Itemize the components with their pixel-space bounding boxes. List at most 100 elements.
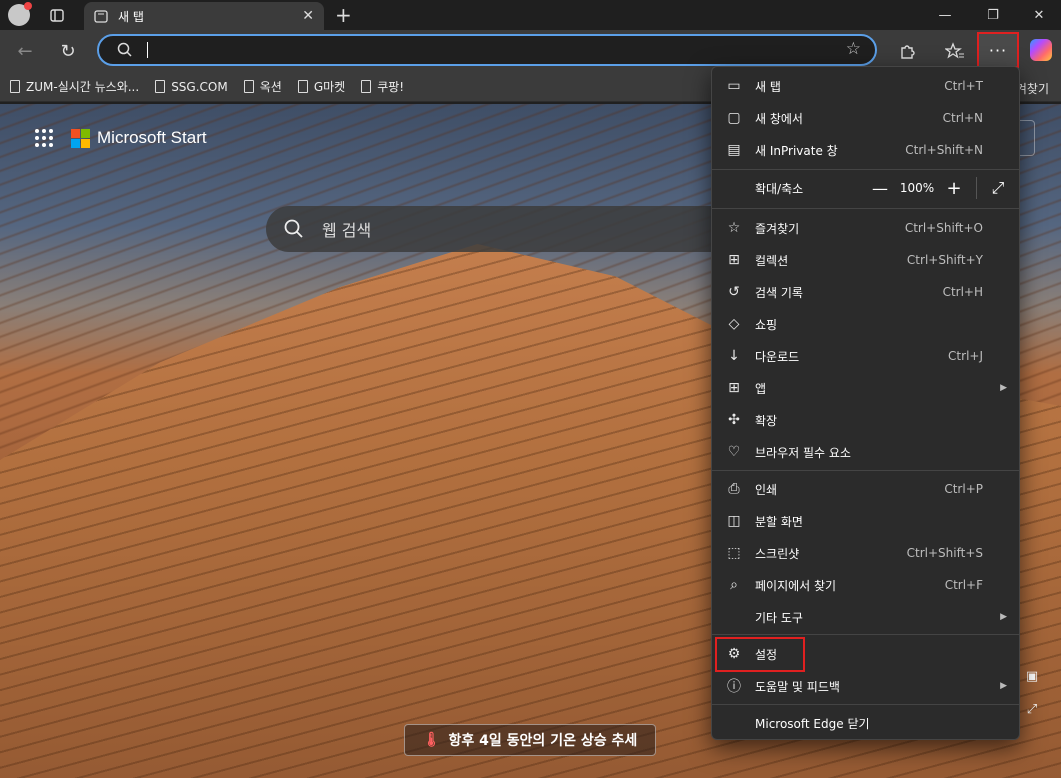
bookmark-item[interactable]: G마켓: [297, 78, 346, 95]
find-icon: ⌕: [730, 577, 738, 593]
menu-item-shopping[interactable]: ◇ 쇼핑: [712, 308, 1019, 340]
bookmark-label: G마켓: [313, 80, 346, 94]
menu-label: 새 창에서: [755, 111, 803, 126]
screenshot-icon: ⬚: [727, 545, 741, 561]
menu-shortcut: Ctrl+N: [942, 111, 983, 125]
submenu-arrow-icon: ▶: [1000, 681, 1007, 691]
print-icon: ⎙: [728, 481, 740, 497]
menu-item-help[interactable]: ⓘ 도움말 및 피드백 ▶: [712, 670, 1019, 702]
refresh-button[interactable]: ↻: [53, 36, 83, 66]
menu-divider: [712, 704, 1019, 705]
web-search-box[interactable]: 웹 검색: [266, 206, 726, 252]
zoom-value: 100%: [899, 181, 935, 195]
bookmark-label: 쿠팡!: [377, 80, 405, 94]
menu-label: 인쇄: [755, 482, 778, 497]
menu-label: 컬렉션: [755, 253, 789, 268]
menu-shortcut: Ctrl+J: [948, 349, 983, 363]
menu-item-collections[interactable]: ⊞ 컬렉션 Ctrl+Shift+Y: [712, 244, 1019, 276]
menu-shortcut: Ctrl+Shift+O: [904, 221, 983, 235]
copilot-icon[interactable]: [1030, 39, 1052, 61]
zoom-in-button[interactable]: +: [942, 178, 966, 199]
menu-item-screenshot[interactable]: ⬚ 스크린샷 Ctrl+Shift+S: [712, 537, 1019, 569]
weather-trend-pill[interactable]: 🌡 항후 4일 동안의 기온 상승 추세: [404, 724, 656, 756]
favorite-star-icon[interactable]: ☆: [846, 39, 861, 59]
search-icon: [284, 219, 303, 238]
menu-label: Microsoft Edge 닫기: [755, 716, 870, 731]
menu-item-essentials[interactable]: ♡ 브라우저 필수 요소: [712, 436, 1019, 468]
download-icon: ↓: [728, 348, 740, 364]
menu-label: 새 InPrivate 창: [755, 143, 838, 158]
menu-label: 확대/축소: [755, 181, 804, 196]
new-window-icon: ▢: [727, 110, 741, 126]
menu-label: 앱: [755, 381, 767, 396]
fullscreen-icon[interactable]: ⤢: [987, 178, 1009, 198]
menu-shortcut: Ctrl+Shift+S: [906, 546, 983, 560]
menu-label: 브라우저 필수 요소: [755, 445, 851, 460]
settings-highlight: [715, 637, 805, 672]
favorites-star-icon: [945, 42, 964, 59]
extensions-button[interactable]: [892, 36, 922, 66]
menu-item-print[interactable]: ⎙ 인쇄 Ctrl+P: [712, 473, 1019, 505]
menu-item-downloads[interactable]: ↓ 다운로드 Ctrl+J: [712, 340, 1019, 372]
settings-menu: ▭ 새 탭 Ctrl+T ▢ 새 창에서 Ctrl+N ▤ 새 InPrivate 창 Ct…: [711, 66, 1020, 740]
tab-title: 새 탭: [118, 9, 144, 24]
tab-actions-icon[interactable]: [42, 0, 72, 30]
menu-label: 새 탭: [755, 79, 781, 94]
menu-shortcut: Ctrl+P: [944, 482, 983, 496]
menu-label: 즐겨찾기: [755, 221, 800, 236]
menu-label: 스크린샷: [755, 546, 800, 561]
extensions-icon: ✣: [728, 412, 740, 428]
menu-label: 확장: [755, 413, 778, 428]
page-icon: [10, 80, 20, 93]
expand-icon[interactable]: ⤢: [1024, 702, 1040, 718]
settings-and-more-button[interactable]: ···: [977, 32, 1019, 68]
menu-item-find[interactable]: ⌕ 페이지에서 찾기 Ctrl+F: [712, 569, 1019, 601]
zoom-out-button[interactable]: —: [868, 179, 892, 198]
menu-item-more-tools[interactable]: 기타 도구 ▶: [712, 601, 1019, 633]
menu-item-favorites[interactable]: ☆ 즐겨찾기 Ctrl+Shift+O: [712, 212, 1019, 244]
image-info-icon[interactable]: ▣: [1024, 669, 1040, 685]
app-launcher-icon[interactable]: [35, 129, 53, 147]
menu-item-new-window[interactable]: ▢ 새 창에서 Ctrl+N: [712, 102, 1019, 134]
restore-button[interactable]: ❐: [970, 0, 1016, 30]
menu-label: 분할 화면: [755, 514, 803, 529]
profile-avatar[interactable]: [8, 2, 32, 26]
address-bar[interactable]: ☆: [97, 34, 877, 66]
collections-icon: ⊞: [728, 252, 740, 268]
menu-item-inprivate[interactable]: ▤ 새 InPrivate 창 Ctrl+Shift+N: [712, 134, 1019, 166]
menu-item-extensions[interactable]: ✣ 확장: [712, 404, 1019, 436]
menu-divider: [712, 470, 1019, 471]
bookmark-item[interactable]: ZUM-실시간 뉴스와...: [10, 78, 139, 95]
menu-item-apps[interactable]: ⊞ 앱 ▶: [712, 372, 1019, 404]
new-tab-page-icon: [94, 9, 108, 23]
bookmark-label: ZUM-실시간 뉴스와...: [26, 80, 140, 94]
favorites-button[interactable]: [940, 36, 970, 66]
back-button[interactable]: ←: [10, 36, 40, 66]
tab-new[interactable]: 새 탭 ✕: [84, 2, 324, 30]
bookmark-item[interactable]: 쿠팡!: [361, 78, 404, 95]
zoom-divider: [976, 177, 977, 199]
text-caret: [147, 42, 148, 58]
menu-item-history[interactable]: ↺ 검색 기록 Ctrl+H: [712, 276, 1019, 308]
menu-label: 페이지에서 찾기: [755, 578, 837, 593]
bookmark-label: SSG.COM: [171, 79, 228, 94]
menu-divider: [712, 208, 1019, 209]
page-icon: [361, 80, 372, 93]
menu-label: 검색 기록: [755, 285, 803, 300]
puzzle-icon: [901, 45, 915, 59]
close-tab-icon[interactable]: ✕: [302, 8, 314, 24]
new-tab-button[interactable]: +: [335, 3, 352, 27]
menu-item-new-tab[interactable]: ▭ 새 탭 Ctrl+T: [712, 70, 1019, 102]
minimize-button[interactable]: —: [922, 0, 968, 30]
menu-shortcut: Ctrl+H: [942, 285, 983, 299]
menu-item-close-edge[interactable]: Microsoft Edge 닫기: [712, 707, 1019, 739]
close-window-button[interactable]: ✕: [1016, 0, 1061, 30]
menu-shortcut: Ctrl+Shift+Y: [906, 253, 983, 267]
menu-item-split-screen[interactable]: ◫ 분할 화면: [712, 505, 1019, 537]
bookmark-item[interactable]: 옥션: [243, 78, 282, 95]
inprivate-icon: ▤: [727, 142, 741, 158]
new-tab-icon: ▭: [727, 78, 741, 94]
bookmark-item[interactable]: SSG.COM: [155, 80, 228, 94]
menu-item-zoom: 확대/축소 — 100% + ⤢: [712, 171, 1019, 205]
zoom-controls: — 100% + ⤢: [868, 177, 1009, 199]
